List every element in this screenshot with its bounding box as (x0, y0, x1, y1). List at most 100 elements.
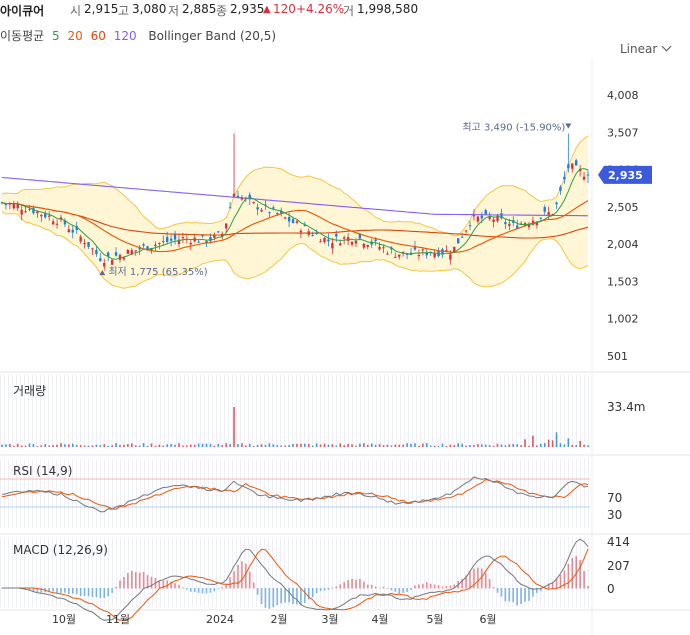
volume-bar (355, 445, 357, 447)
candle-body (103, 262, 106, 267)
candle-body (476, 216, 480, 222)
x-axis-label: 2월 (270, 613, 287, 626)
candle-body (283, 217, 287, 219)
macd-histogram-bar (429, 583, 432, 589)
volume-bar (170, 444, 172, 447)
volume-bar (406, 443, 408, 447)
volume-bar (414, 443, 416, 447)
candle-body (492, 219, 495, 222)
volume-bar (422, 443, 424, 447)
volume-bar (304, 443, 306, 447)
candle-body (55, 223, 59, 225)
macd-histogram-bar (60, 588, 62, 593)
macd-histogram-bar (189, 588, 192, 592)
candle-body (417, 254, 421, 257)
candle-body (366, 245, 369, 247)
candle-body (114, 252, 118, 256)
volume-bar (351, 444, 353, 447)
volume-bar (587, 445, 589, 447)
volume-bar (571, 444, 574, 447)
macd-tick-1: 207 (607, 559, 630, 573)
volume-bar (115, 443, 117, 447)
price-axis-tick: 501 (607, 350, 628, 363)
volume-bar (390, 445, 393, 447)
volume-bar (119, 444, 121, 447)
candle-body (24, 211, 27, 213)
macd-histogram-bar (52, 588, 54, 592)
volume-bar (335, 445, 338, 447)
macd-histogram-bar (166, 580, 168, 589)
macd-histogram-bar (347, 580, 349, 589)
macd-histogram-bar (264, 588, 267, 608)
volume-bar (260, 444, 263, 447)
volume-bar (315, 443, 318, 447)
macd-histogram-bar (524, 588, 526, 602)
volume-bar (378, 444, 381, 447)
macd-histogram-bar (252, 582, 255, 589)
volume-bar (402, 444, 404, 447)
stock-chart[interactable]: 최고 3,490 (-15.90%) 최저 1,775 (65.35%) 4,00… (0, 0, 690, 635)
volume-bar (398, 444, 401, 447)
macd-histogram-bar (382, 586, 385, 589)
macd-histogram-bar (142, 571, 145, 589)
volume-max-label: 33.4m (607, 400, 646, 414)
volume-bar (366, 444, 369, 447)
volume-bar (563, 444, 566, 447)
candle-body (162, 241, 165, 243)
candle-body (272, 207, 275, 209)
macd-histogram-bar (327, 588, 330, 590)
high-annotation: 최고 3,490 (-15.90%) (462, 122, 565, 134)
volume-bar (48, 445, 50, 447)
candle-body (268, 212, 271, 214)
rsi-panel-bg (0, 458, 590, 528)
price-axis-tick: 4,008 (607, 89, 639, 102)
macd-histogram-bar (406, 588, 408, 593)
macd-histogram-bar (237, 564, 239, 589)
macd-histogram-bar (186, 588, 188, 590)
candle-body (12, 203, 15, 209)
rsi-lower-label: 30 (607, 508, 623, 522)
macd-histogram-bar (355, 579, 357, 589)
macd-histogram-bar (469, 571, 471, 589)
macd-histogram-bar (256, 588, 259, 595)
macd-histogram-bar (366, 584, 369, 589)
macd-histogram-bar (284, 588, 286, 603)
volume-bar (134, 445, 137, 447)
macd-histogram-bar (103, 588, 106, 598)
x-axis-label: 2024 (206, 613, 234, 626)
macd-histogram-bar (563, 570, 566, 589)
candle-body (4, 204, 8, 206)
macd-histogram-bar (311, 588, 314, 598)
macd-histogram-bar (205, 588, 208, 594)
volume-bar (193, 444, 196, 447)
candle-body (228, 207, 232, 209)
volume-bar (248, 443, 251, 447)
candle-body (559, 186, 562, 191)
macd-histogram-bar (422, 583, 424, 589)
volume-bar (386, 444, 389, 447)
macd-histogram-bar (75, 588, 78, 594)
candle-body (582, 176, 586, 180)
macd-histogram-bar (512, 588, 515, 603)
volume-bar (284, 445, 286, 447)
current-price-text: 2,935 (608, 169, 643, 182)
candle-body (504, 222, 507, 225)
volume-bar (461, 443, 463, 447)
macd-histogram-bar (99, 588, 102, 598)
volume-bar (347, 443, 349, 447)
macd-histogram-bar (197, 588, 200, 593)
macd-histogram-bar (71, 588, 74, 594)
volume-bar (130, 443, 133, 447)
low-annotation: 최저 1,775 (65.35%) (108, 266, 207, 278)
candle-body (122, 257, 126, 260)
macd-histogram-bar (331, 587, 334, 589)
volume-bar (477, 444, 479, 447)
x-axis-label: 3월 (321, 613, 338, 626)
candle-body (40, 214, 43, 217)
volume-bar (44, 444, 47, 447)
price-axis-tick: 1,503 (607, 275, 639, 288)
volume-bar (323, 443, 326, 447)
macd-histogram-bar (79, 588, 82, 597)
candle-body (142, 244, 145, 246)
macd-histogram-bar (496, 588, 499, 593)
